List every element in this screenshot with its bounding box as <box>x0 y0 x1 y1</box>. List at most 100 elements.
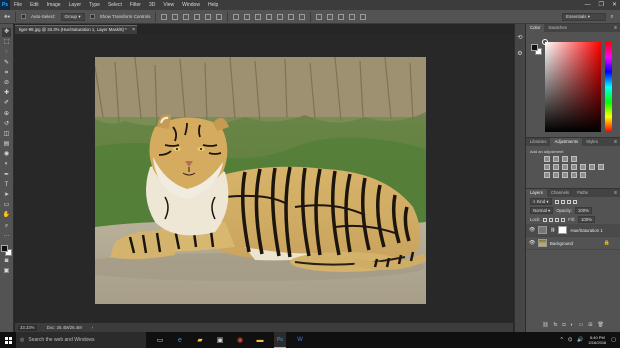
word-icon[interactable]: W <box>294 332 306 348</box>
new-adjustment-icon[interactable]: ◐ <box>570 322 573 328</box>
tab-libraries[interactable]: Libraries <box>526 138 550 146</box>
add-mask-icon[interactable]: ◘ <box>562 322 565 328</box>
color-lookup-icon[interactable] <box>598 164 604 170</box>
eye-icon[interactable]: 👁 <box>529 240 535 246</box>
store-icon[interactable]: ▣ <box>214 332 226 348</box>
gradient-map-icon[interactable] <box>571 172 577 178</box>
distribute-bottom-icon[interactable] <box>255 13 262 20</box>
tab-channels[interactable]: Channels <box>547 189 573 197</box>
menu-type[interactable]: Type <box>89 0 100 10</box>
dodge-tool-icon[interactable]: ◐ <box>2 160 11 169</box>
filter-pixel-icon[interactable] <box>554 199 559 204</box>
zoom-level[interactable]: 33.33% <box>18 324 37 331</box>
layer-hue-saturation[interactable]: 👁 ⛓ Hue/Saturation 1 <box>526 224 620 237</box>
photoshop-taskbar-icon[interactable]: Ps <box>274 332 286 348</box>
microphone-icon[interactable]: ◎ <box>20 337 24 343</box>
distribute-middle-icon[interactable] <box>244 13 251 20</box>
task-view-icon[interactable]: ▭ <box>154 332 166 348</box>
path-select-tool-icon[interactable]: ➤ <box>2 191 11 200</box>
workspace-dropdown[interactable]: Essentials ▾ <box>562 13 606 21</box>
pen-tool-icon[interactable]: ✒ <box>2 171 11 180</box>
hue-slider[interactable] <box>605 42 612 132</box>
levels-icon[interactable] <box>553 156 559 162</box>
align-top-icon[interactable] <box>161 13 168 20</box>
3d-rotate-icon[interactable] <box>327 13 334 20</box>
lock-pixels-icon[interactable] <box>549 217 554 222</box>
crop-tool-icon[interactable]: ⌗ <box>2 69 11 78</box>
foreground-color-swatch[interactable] <box>1 244 8 252</box>
align-left-icon[interactable] <box>194 13 201 20</box>
document-tab[interactable]: tiger-98.jpg @ 33.3% (Hue/Saturation 1, … <box>15 25 137 34</box>
posterize-icon[interactable] <box>553 172 559 178</box>
tab-styles[interactable]: Styles <box>582 138 602 146</box>
network-icon[interactable]: ⌬ <box>568 337 572 343</box>
close-tab-icon[interactable]: × <box>132 26 135 34</box>
fx-icon[interactable]: fx <box>554 322 558 328</box>
menu-view[interactable]: View <box>163 0 174 10</box>
tab-layers[interactable]: Layers <box>526 189 547 197</box>
distribute-right-icon[interactable] <box>288 13 295 20</box>
layer-mask-thumbnail[interactable] <box>558 226 568 234</box>
color-picker-field[interactable] <box>542 39 601 132</box>
taskbar-search[interactable]: ◎ Search the web and Windows <box>16 332 146 348</box>
history-brush-tool-icon[interactable]: ↺ <box>2 120 11 129</box>
link-layers-icon[interactable]: ⛓ <box>542 322 548 328</box>
menu-filter[interactable]: Filter <box>130 0 141 10</box>
curves-icon[interactable] <box>562 156 568 162</box>
fill-input[interactable]: 100% <box>577 216 595 223</box>
lock-position-icon[interactable] <box>555 217 560 222</box>
3d-mode-icon[interactable] <box>316 13 323 20</box>
eye-icon[interactable]: 👁 <box>529 227 535 233</box>
layer-filter-dropdown[interactable]: ⌕ Kind ▾ <box>530 198 552 205</box>
vibrance-icon[interactable] <box>544 164 550 170</box>
3d-slide-icon[interactable] <box>360 13 367 20</box>
tiger-photo[interactable] <box>95 57 426 304</box>
menu-help[interactable]: Help <box>208 0 218 10</box>
new-group-icon[interactable]: ▭ <box>579 322 584 328</box>
layer-name[interactable]: Hue/Saturation 1 <box>570 228 602 233</box>
menu-layer[interactable]: Layer <box>69 0 82 10</box>
exposure-icon[interactable] <box>571 156 577 162</box>
properties-panel-icon[interactable]: ⚙ <box>517 50 522 58</box>
channel-mixer-icon[interactable] <box>589 164 595 170</box>
auto-select-dropdown[interactable]: Group ▾ <box>60 12 85 21</box>
status-arrow-icon[interactable]: › <box>92 325 93 330</box>
zoom-tool-icon[interactable]: ⌕ <box>2 222 11 231</box>
move-tool-icon[interactable]: ✥ <box>2 28 11 37</box>
chrome-icon[interactable]: ◉ <box>234 332 246 348</box>
black-white-icon[interactable] <box>571 164 577 170</box>
3d-roll-icon[interactable] <box>338 13 345 20</box>
screen-mode-icon[interactable]: ▣ <box>2 267 11 276</box>
menu-window[interactable]: Window <box>182 0 200 10</box>
foreground-color-swatch[interactable] <box>531 44 538 51</box>
folder-icon[interactable]: ▬ <box>254 332 266 348</box>
brush-tool-icon[interactable]: ✐ <box>2 99 11 108</box>
maximize-button[interactable]: ❐ <box>599 0 604 10</box>
marquee-tool-icon[interactable]: ⬚ <box>2 38 11 47</box>
start-button[interactable] <box>0 332 16 348</box>
delete-layer-icon[interactable]: 🗑 <box>597 322 603 328</box>
shape-tool-icon[interactable]: ▭ <box>2 201 11 210</box>
move-tool-icon[interactable]: ✥▾ <box>4 14 10 20</box>
volume-icon[interactable]: 🔊 <box>577 337 583 343</box>
tab-paths[interactable]: Paths <box>573 189 592 197</box>
panel-menu-icon[interactable]: ≡ <box>614 189 617 197</box>
distribute-center-icon[interactable] <box>277 13 284 20</box>
file-explorer-icon[interactable]: ▰ <box>194 332 206 348</box>
clock[interactable]: 5:40 PM 2/16/2016 <box>588 335 606 345</box>
align-center-icon[interactable] <box>205 13 212 20</box>
align-right-icon[interactable] <box>216 13 223 20</box>
align-bottom-icon[interactable] <box>183 13 190 20</box>
search-icon[interactable]: ⌕ <box>608 13 616 21</box>
auto-select-checkbox[interactable] <box>21 14 27 19</box>
quick-mask-icon[interactable]: ◙ <box>2 257 11 266</box>
selective-color-icon[interactable] <box>580 172 586 178</box>
lock-transparent-icon[interactable] <box>543 217 548 222</box>
align-middle-icon[interactable] <box>172 13 179 20</box>
minimize-button[interactable]: — <box>585 0 591 10</box>
brightness-contrast-icon[interactable] <box>544 156 550 162</box>
color-picker-handle[interactable] <box>542 39 548 45</box>
type-tool-icon[interactable]: T <box>2 181 11 190</box>
menu-edit[interactable]: Edit <box>30 0 39 10</box>
3d-drag-icon[interactable] <box>349 13 356 20</box>
